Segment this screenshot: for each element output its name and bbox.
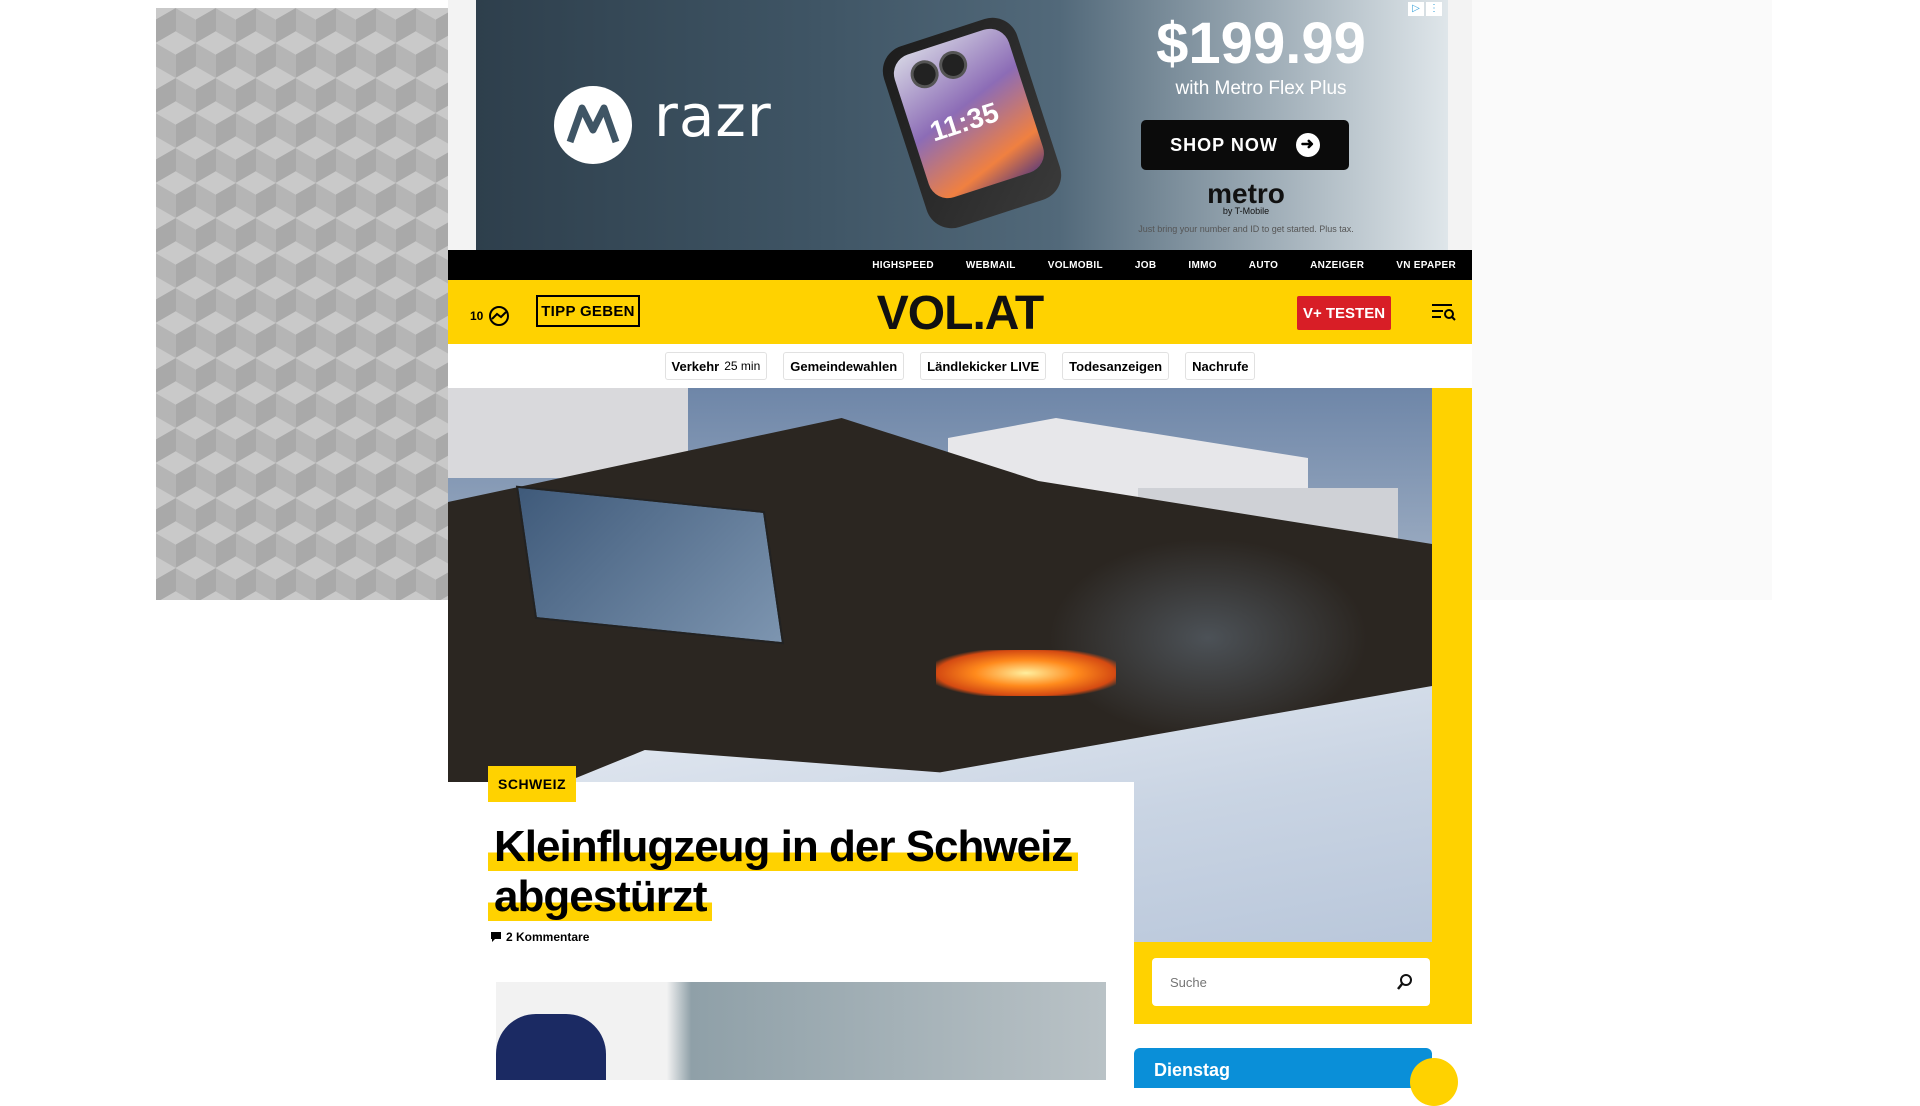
arrow-right-icon: ➜ <box>1295 133 1320 157</box>
v-plus-test-button[interactable]: V+ TESTEN <box>1297 296 1391 330</box>
motorola-logo-icon <box>554 86 632 164</box>
next-article-image[interactable] <box>496 982 1106 1080</box>
weather-day: Dienstag <box>1154 1060 1231 1080</box>
menu-search-icon[interactable] <box>1432 303 1456 321</box>
quicklink-todesanzeigen[interactable]: Todesanzeigen <box>1062 352 1170 380</box>
ad-info-icon[interactable]: ▷ <box>1408 2 1424 16</box>
metro-sub: by T-Mobile <box>1222 206 1270 216</box>
headline-line-1: Kleinflugzeug in der Schweiz <box>488 822 1079 871</box>
category-badge[interactable]: SCHWEIZ <box>488 766 577 802</box>
quicklink-gemeindewahlen[interactable]: Gemeindewahlen <box>783 352 905 380</box>
quicklink-verkehr[interactable]: Verkehr 25 min <box>664 352 768 380</box>
comment-icon <box>491 932 501 942</box>
razr-brand: razr <box>654 82 772 150</box>
temperature: 10 <box>470 309 484 323</box>
topbar-link-epaper[interactable]: VN EPAPER <box>1396 260 1456 271</box>
headline-line-2: abgestürzt <box>488 872 713 921</box>
weather-forecast-widget[interactable]: Dienstag <box>1134 1048 1458 1106</box>
skyscraper-ad-left[interactable] <box>156 8 448 600</box>
quicklink-extra: 25 min <box>724 359 761 373</box>
top-banner-ad[interactable]: ▷ ⋮ razr 11:35 $199.99 with Metro Flex P… <box>476 0 1448 250</box>
phone-image: 11:35 <box>844 0 1099 250</box>
quicklink-label: Verkehr <box>671 358 720 374</box>
ad-choices[interactable]: ▷ ⋮ <box>1408 2 1442 16</box>
quicklink-label: Nachrufe <box>1192 358 1249 374</box>
article-headline[interactable]: Kleinflugzeug in der Schweiz abgestürzt <box>488 822 1088 922</box>
right-gap <box>1472 0 1772 600</box>
comments-link[interactable]: 2 Kommentare <box>490 930 589 944</box>
search-field[interactable] <box>1152 958 1430 1006</box>
tipp-geben-button[interactable]: TIPP GEBEN <box>536 295 640 327</box>
quicklinks-bar: Verkehr 25 min Gemeindewahlen Ländlekick… <box>448 344 1472 388</box>
quicklink-label: Gemeindewahlen <box>790 358 898 374</box>
sun-icon <box>1410 1058 1458 1106</box>
ad-close-icon[interactable]: ⋮ <box>1426 2 1442 16</box>
service-topbar: HIGHSPEED WEBMAIL VOLMOBIL JOB IMMO AUTO… <box>448 250 1472 280</box>
shop-now-label: SHOP NOW <box>1170 134 1278 155</box>
quicklink-label: Todesanzeigen <box>1069 358 1163 374</box>
ad-subline: with Metro Flex Plus <box>1175 78 1347 99</box>
topbar-link-immo[interactable]: IMMO <box>1188 260 1216 271</box>
topbar-link-anzeiger[interactable]: ANZEIGER <box>1310 260 1364 271</box>
search-icon[interactable] <box>1396 973 1414 991</box>
quicklink-nachrufe[interactable]: Nachrufe <box>1185 352 1256 380</box>
quicklink-label: Ländlekicker LIVE <box>927 358 1040 374</box>
quicklink-laendlekicker[interactable]: Ländlekicker LIVE <box>920 352 1047 380</box>
site-header: 10 TIPP GEBEN VOL.AT V+ TESTEN <box>448 280 1472 344</box>
topbar-link-volmobil[interactable]: VOLMOBIL <box>1048 260 1103 271</box>
topbar-link-highspeed[interactable]: HIGHSPEED <box>872 260 934 271</box>
hero-accent-strip <box>1432 388 1472 1024</box>
lead-article[interactable]: SCHWEIZ Kleinflugzeug in der Schweiz abg… <box>448 766 1134 1080</box>
ad-fine-print: Just bring your number and ID to get sta… <box>1138 224 1354 234</box>
topbar-link-job[interactable]: JOB <box>1135 260 1156 271</box>
topbar-link-webmail[interactable]: WEBMAIL <box>966 260 1016 271</box>
comments-count: 2 Kommentare <box>506 930 590 944</box>
cloud-sun-icon <box>489 306 510 326</box>
shop-now-button[interactable]: SHOP NOW ➜ <box>1141 120 1349 170</box>
weather-widget-small[interactable]: 10 <box>470 304 511 328</box>
search-input[interactable] <box>1168 973 1372 991</box>
ad-price: $199.99 <box>1156 11 1366 76</box>
topbar-link-auto[interactable]: AUTO <box>1249 260 1278 271</box>
